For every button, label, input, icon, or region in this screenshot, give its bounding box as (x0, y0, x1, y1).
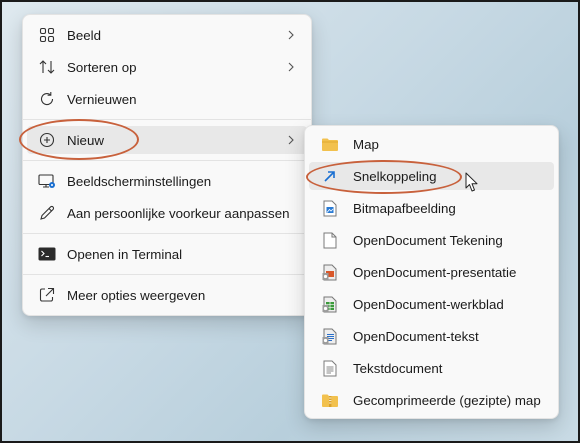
screenshot-frame (0, 0, 580, 443)
